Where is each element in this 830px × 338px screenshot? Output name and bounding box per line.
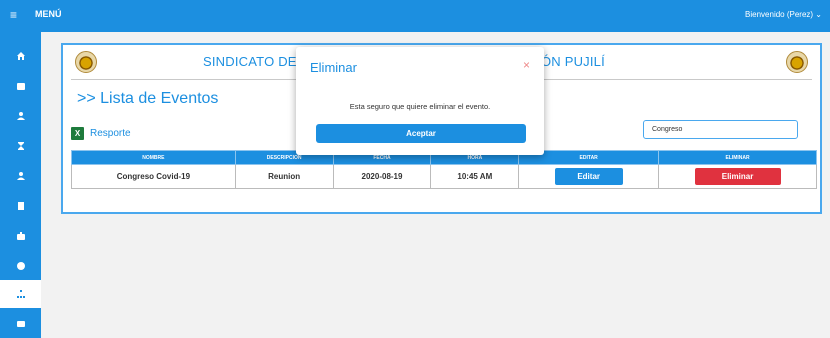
- report-label: Resporte: [90, 127, 131, 139]
- dialog-message: Esta seguro que quiere eliminar el event…: [349, 102, 491, 111]
- delete-confirm-dialog: Eliminar × Esta seguro que quiere elimin…: [296, 47, 544, 155]
- sidebar-item-home[interactable]: [0, 42, 41, 70]
- cell-nombre: Congreso Covid-19: [71, 164, 236, 189]
- report-link[interactable]: X Resporte: [71, 126, 131, 140]
- cell-fecha: 2020-08-19: [332, 164, 432, 189]
- calendar-icon: [16, 83, 25, 90]
- sidebar-item-sitemap[interactable]: [0, 280, 41, 308]
- user-group-icon: [16, 172, 25, 180]
- sidebar-item-circle[interactable]: [0, 252, 41, 280]
- dialog-title: Eliminar: [310, 60, 357, 75]
- logo-icon: [75, 51, 97, 73]
- search-input[interactable]: Congreso: [643, 120, 798, 139]
- excel-icon: X: [71, 126, 84, 140]
- events-table: NOMBRE DESCRIPCION FECHA HORA EDITAR ELI…: [71, 150, 817, 189]
- cell-hora: 10:45 AM: [430, 164, 520, 189]
- home-icon: [16, 52, 25, 60]
- sidebar-item-briefcase[interactable]: [0, 222, 41, 250]
- sidebar-item-hourglass[interactable]: [0, 132, 41, 160]
- menu-label[interactable]: MENÚ: [35, 9, 62, 19]
- sidebar-item-card[interactable]: [0, 310, 41, 338]
- cell-editar: Editar: [518, 164, 660, 189]
- accept-button[interactable]: Aceptar: [316, 124, 526, 143]
- sidebar: [0, 32, 41, 338]
- edit-button[interactable]: Editar: [554, 168, 623, 185]
- page-title: >> Lista de Eventos: [77, 90, 219, 107]
- cell-descripcion: Reunion: [234, 164, 334, 189]
- briefcase-icon: [16, 232, 25, 240]
- circle-icon: [16, 262, 25, 270]
- sitemap-icon: [16, 290, 25, 298]
- table-row: Congreso Covid-19 Reunion 2020-08-19 10:…: [71, 164, 817, 189]
- sidebar-item-document[interactable]: [0, 192, 41, 220]
- card-icon: [16, 321, 25, 327]
- logo-icon: [786, 51, 808, 73]
- close-icon[interactable]: ×: [523, 58, 530, 72]
- sidebar-item-group[interactable]: [0, 162, 41, 190]
- top-bar: ≡ MENÚ Bienvenido (Perez) ⌄: [0, 0, 830, 32]
- menu-icon[interactable]: ≡: [10, 8, 17, 22]
- user-menu[interactable]: Bienvenido (Perez) ⌄: [745, 10, 822, 19]
- delete-button[interactable]: Eliminar: [694, 168, 781, 185]
- sidebar-item-calendar[interactable]: [0, 72, 41, 100]
- page-header-left: SINDICATO DE C: [203, 54, 311, 69]
- user-icon: [16, 112, 25, 120]
- column-header: ELIMINAR: [658, 150, 817, 165]
- page-header-right: ÓN PUJILÍ: [541, 54, 605, 69]
- document-icon: [17, 202, 24, 210]
- sidebar-item-user[interactable]: [0, 102, 41, 130]
- cell-eliminar: Eliminar: [658, 164, 817, 189]
- column-header: NOMBRE: [71, 150, 236, 165]
- hourglass-icon: [17, 142, 24, 150]
